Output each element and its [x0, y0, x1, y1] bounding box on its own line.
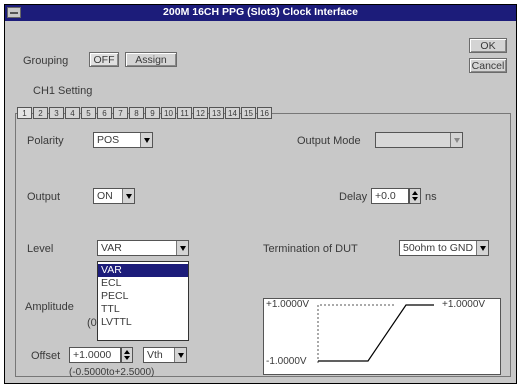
tab-ch14[interactable]: 14: [225, 107, 240, 119]
chevron-down-icon[interactable]: [476, 241, 488, 255]
level-value: VAR: [101, 242, 122, 254]
tab-ch1[interactable]: 1: [17, 107, 32, 119]
offset-label: Offset: [31, 350, 61, 362]
output-label: Output: [27, 191, 61, 203]
down-arrow-icon[interactable]: [412, 197, 418, 201]
output-mode-dropdown[interactable]: [375, 132, 463, 148]
output-value: ON: [97, 190, 113, 202]
level-option-ttl[interactable]: TTL: [98, 303, 188, 316]
delay-unit: ns: [425, 191, 437, 203]
delay-spinner[interactable]: [409, 188, 421, 204]
up-arrow-icon[interactable]: [412, 191, 418, 195]
tab-ch4[interactable]: 4: [65, 107, 80, 119]
tab-ch5[interactable]: 5: [81, 107, 96, 119]
level-dropdown[interactable]: VAR: [97, 240, 189, 256]
down-arrow-icon[interactable]: [124, 356, 130, 360]
offset-reference-value: Vth: [147, 349, 163, 361]
tab-ch12[interactable]: 12: [193, 107, 208, 119]
tab-ch10[interactable]: 10: [161, 107, 176, 119]
termination-dropdown[interactable]: 50ohm to GND: [399, 240, 489, 256]
amplitude-label: Amplitude: [25, 301, 74, 313]
offset-input[interactable]: +1.0000: [69, 347, 121, 363]
output-dropdown[interactable]: ON: [93, 188, 135, 204]
chevron-down-icon[interactable]: [140, 133, 152, 147]
assign-button[interactable]: Assign: [125, 52, 177, 67]
level-option-ecl[interactable]: ECL: [98, 277, 188, 290]
chevron-down-icon[interactable]: [174, 348, 186, 362]
cancel-button[interactable]: Cancel: [469, 58, 507, 73]
tab-ch8[interactable]: 8: [129, 107, 144, 119]
tab-ch2[interactable]: 2: [33, 107, 48, 119]
tab-ch7[interactable]: 7: [113, 107, 128, 119]
delay-input[interactable]: +0.0: [371, 188, 409, 204]
termination-label: Termination of DUT: [263, 243, 358, 255]
polarity-value: POS: [97, 134, 120, 146]
offset-reference-dropdown[interactable]: Vth: [143, 347, 187, 363]
grouping-toggle[interactable]: OFF: [89, 52, 119, 67]
window-title: 200M 16CH PPG (Slot3) Clock Interface: [163, 6, 358, 18]
amplitude-range-partial: (0: [87, 317, 97, 329]
output-mode-label: Output Mode: [297, 135, 361, 147]
chevron-down-icon[interactable]: [450, 133, 462, 147]
waveform-level-label: +1.0000V: [442, 299, 486, 310]
tab-ch6[interactable]: 6: [97, 107, 112, 119]
chevron-down-icon[interactable]: [122, 189, 134, 203]
up-arrow-icon[interactable]: [124, 350, 130, 354]
offset-spinner[interactable]: [121, 347, 133, 363]
waveform-high-label: +1.0000V: [266, 299, 310, 310]
tab-ch13[interactable]: 13: [209, 107, 224, 119]
waveform-trace: [318, 304, 434, 362]
tab-ch9[interactable]: 9: [145, 107, 160, 119]
level-option-pecl[interactable]: PECL: [98, 290, 188, 303]
offset-range: (-0.5000to+2.5000): [69, 367, 155, 378]
clock-interface-window: 200M 16CH PPG (Slot3) Clock Interface OK…: [4, 4, 517, 384]
title-bar: 200M 16CH PPG (Slot3) Clock Interface: [5, 5, 516, 21]
level-option-lvttl[interactable]: LVTTL: [98, 316, 188, 329]
delay-label: Delay: [339, 191, 368, 203]
tab-ch15[interactable]: 15: [241, 107, 256, 119]
ch-setting-label: CH1 Setting: [33, 85, 93, 97]
grouping-label: Grouping: [23, 55, 69, 67]
tab-ch3[interactable]: 3: [49, 107, 64, 119]
tab-ch16[interactable]: 16: [257, 107, 272, 119]
polarity-label: Polarity: [27, 135, 64, 147]
chevron-down-icon[interactable]: [176, 241, 188, 255]
level-label: Level: [27, 243, 54, 255]
tab-ch11[interactable]: 11: [177, 107, 192, 119]
level-options-list[interactable]: VAR ECL PECL TTL LVTTL: [97, 261, 189, 341]
termination-value: 50ohm to GND: [403, 242, 474, 254]
waveform-low-label: -1.0000V: [266, 356, 307, 367]
level-option-var[interactable]: VAR: [98, 264, 188, 277]
ok-button[interactable]: OK: [469, 38, 507, 53]
polarity-dropdown[interactable]: POS: [93, 132, 153, 148]
waveform-preview: +1.0000V -1.0000V +1.0000V: [263, 298, 501, 375]
